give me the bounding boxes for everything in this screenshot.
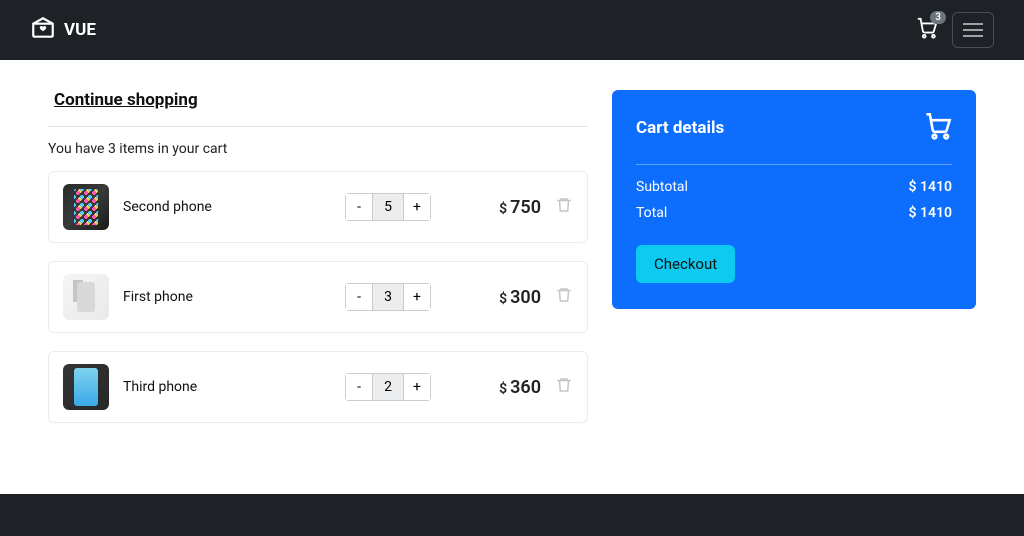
cart-item: First phone - 3 + $300 <box>48 261 588 333</box>
cart-items-column: Continue shopping You have 3 items in yo… <box>48 90 588 441</box>
cart-icon <box>924 112 952 144</box>
line-price: $750 <box>471 197 541 218</box>
cart-item: Second phone - 5 + $750 <box>48 171 588 243</box>
product-name: Second phone <box>123 199 212 215</box>
nav-right: 3 <box>916 12 994 48</box>
subtotal-label: Subtotal <box>636 179 688 195</box>
divider <box>48 126 588 127</box>
price-value: 750 <box>510 197 541 218</box>
total-value: 1410 <box>920 205 952 221</box>
price-value: 360 <box>510 377 541 398</box>
product-thumb <box>63 364 109 410</box>
qty-value: 3 <box>373 283 403 311</box>
currency-symbol: $ <box>909 205 917 221</box>
qty-decrease-button[interactable]: - <box>345 283 373 311</box>
brand[interactable]: VUE <box>30 15 96 46</box>
remove-item-button[interactable] <box>555 376 573 398</box>
qty-value: 5 <box>373 193 403 221</box>
line-price: $360 <box>471 377 541 398</box>
qty-decrease-button[interactable]: - <box>345 193 373 221</box>
remove-item-button[interactable] <box>555 286 573 308</box>
line-price: $300 <box>471 287 541 308</box>
quantity-stepper: - 3 + <box>345 283 431 311</box>
panel-divider <box>636 164 952 165</box>
cart-details-column: Cart details Subtotal $ 1410 Total $ 141… <box>612 90 976 441</box>
remove-item-button[interactable] <box>555 196 573 218</box>
box-heart-icon <box>30 15 56 46</box>
qty-increase-button[interactable]: + <box>403 283 431 311</box>
qty-increase-button[interactable]: + <box>403 193 431 221</box>
cart-details-panel: Cart details Subtotal $ 1410 Total $ 141… <box>612 90 976 309</box>
panel-title: Cart details <box>636 118 724 138</box>
product-thumb <box>63 274 109 320</box>
cart-count-badge: 3 <box>930 11 946 24</box>
qty-increase-button[interactable]: + <box>403 373 431 401</box>
qty-decrease-button[interactable]: - <box>345 373 373 401</box>
page: Continue shopping You have 3 items in yo… <box>0 60 1024 471</box>
cart-item: Third phone - 2 + $360 <box>48 351 588 423</box>
currency-symbol: $ <box>499 201 507 217</box>
nav-cart-button[interactable]: 3 <box>916 17 938 43</box>
footer <box>0 494 1024 536</box>
currency-symbol: $ <box>499 291 507 307</box>
price-value: 300 <box>510 287 541 308</box>
continue-shopping-link[interactable]: Continue shopping <box>54 90 198 110</box>
quantity-stepper: - 5 + <box>345 193 431 221</box>
currency-symbol: $ <box>499 381 507 397</box>
menu-toggle[interactable] <box>952 12 994 48</box>
product-thumb <box>63 184 109 230</box>
qty-value: 2 <box>373 373 403 401</box>
subtotal-row: Subtotal $ 1410 <box>636 179 952 195</box>
cart-summary-text: You have 3 items in your cart <box>48 141 588 157</box>
checkout-button[interactable]: Checkout <box>636 245 735 283</box>
total-label: Total <box>636 205 667 221</box>
product-name: Third phone <box>123 379 197 395</box>
total-row: Total $ 1410 <box>636 205 952 221</box>
subtotal-value: 1410 <box>920 179 952 195</box>
quantity-stepper: - 2 + <box>345 373 431 401</box>
navbar: VUE 3 <box>0 0 1024 60</box>
brand-text: VUE <box>64 20 96 40</box>
product-name: First phone <box>123 289 193 305</box>
currency-symbol: $ <box>909 179 917 195</box>
